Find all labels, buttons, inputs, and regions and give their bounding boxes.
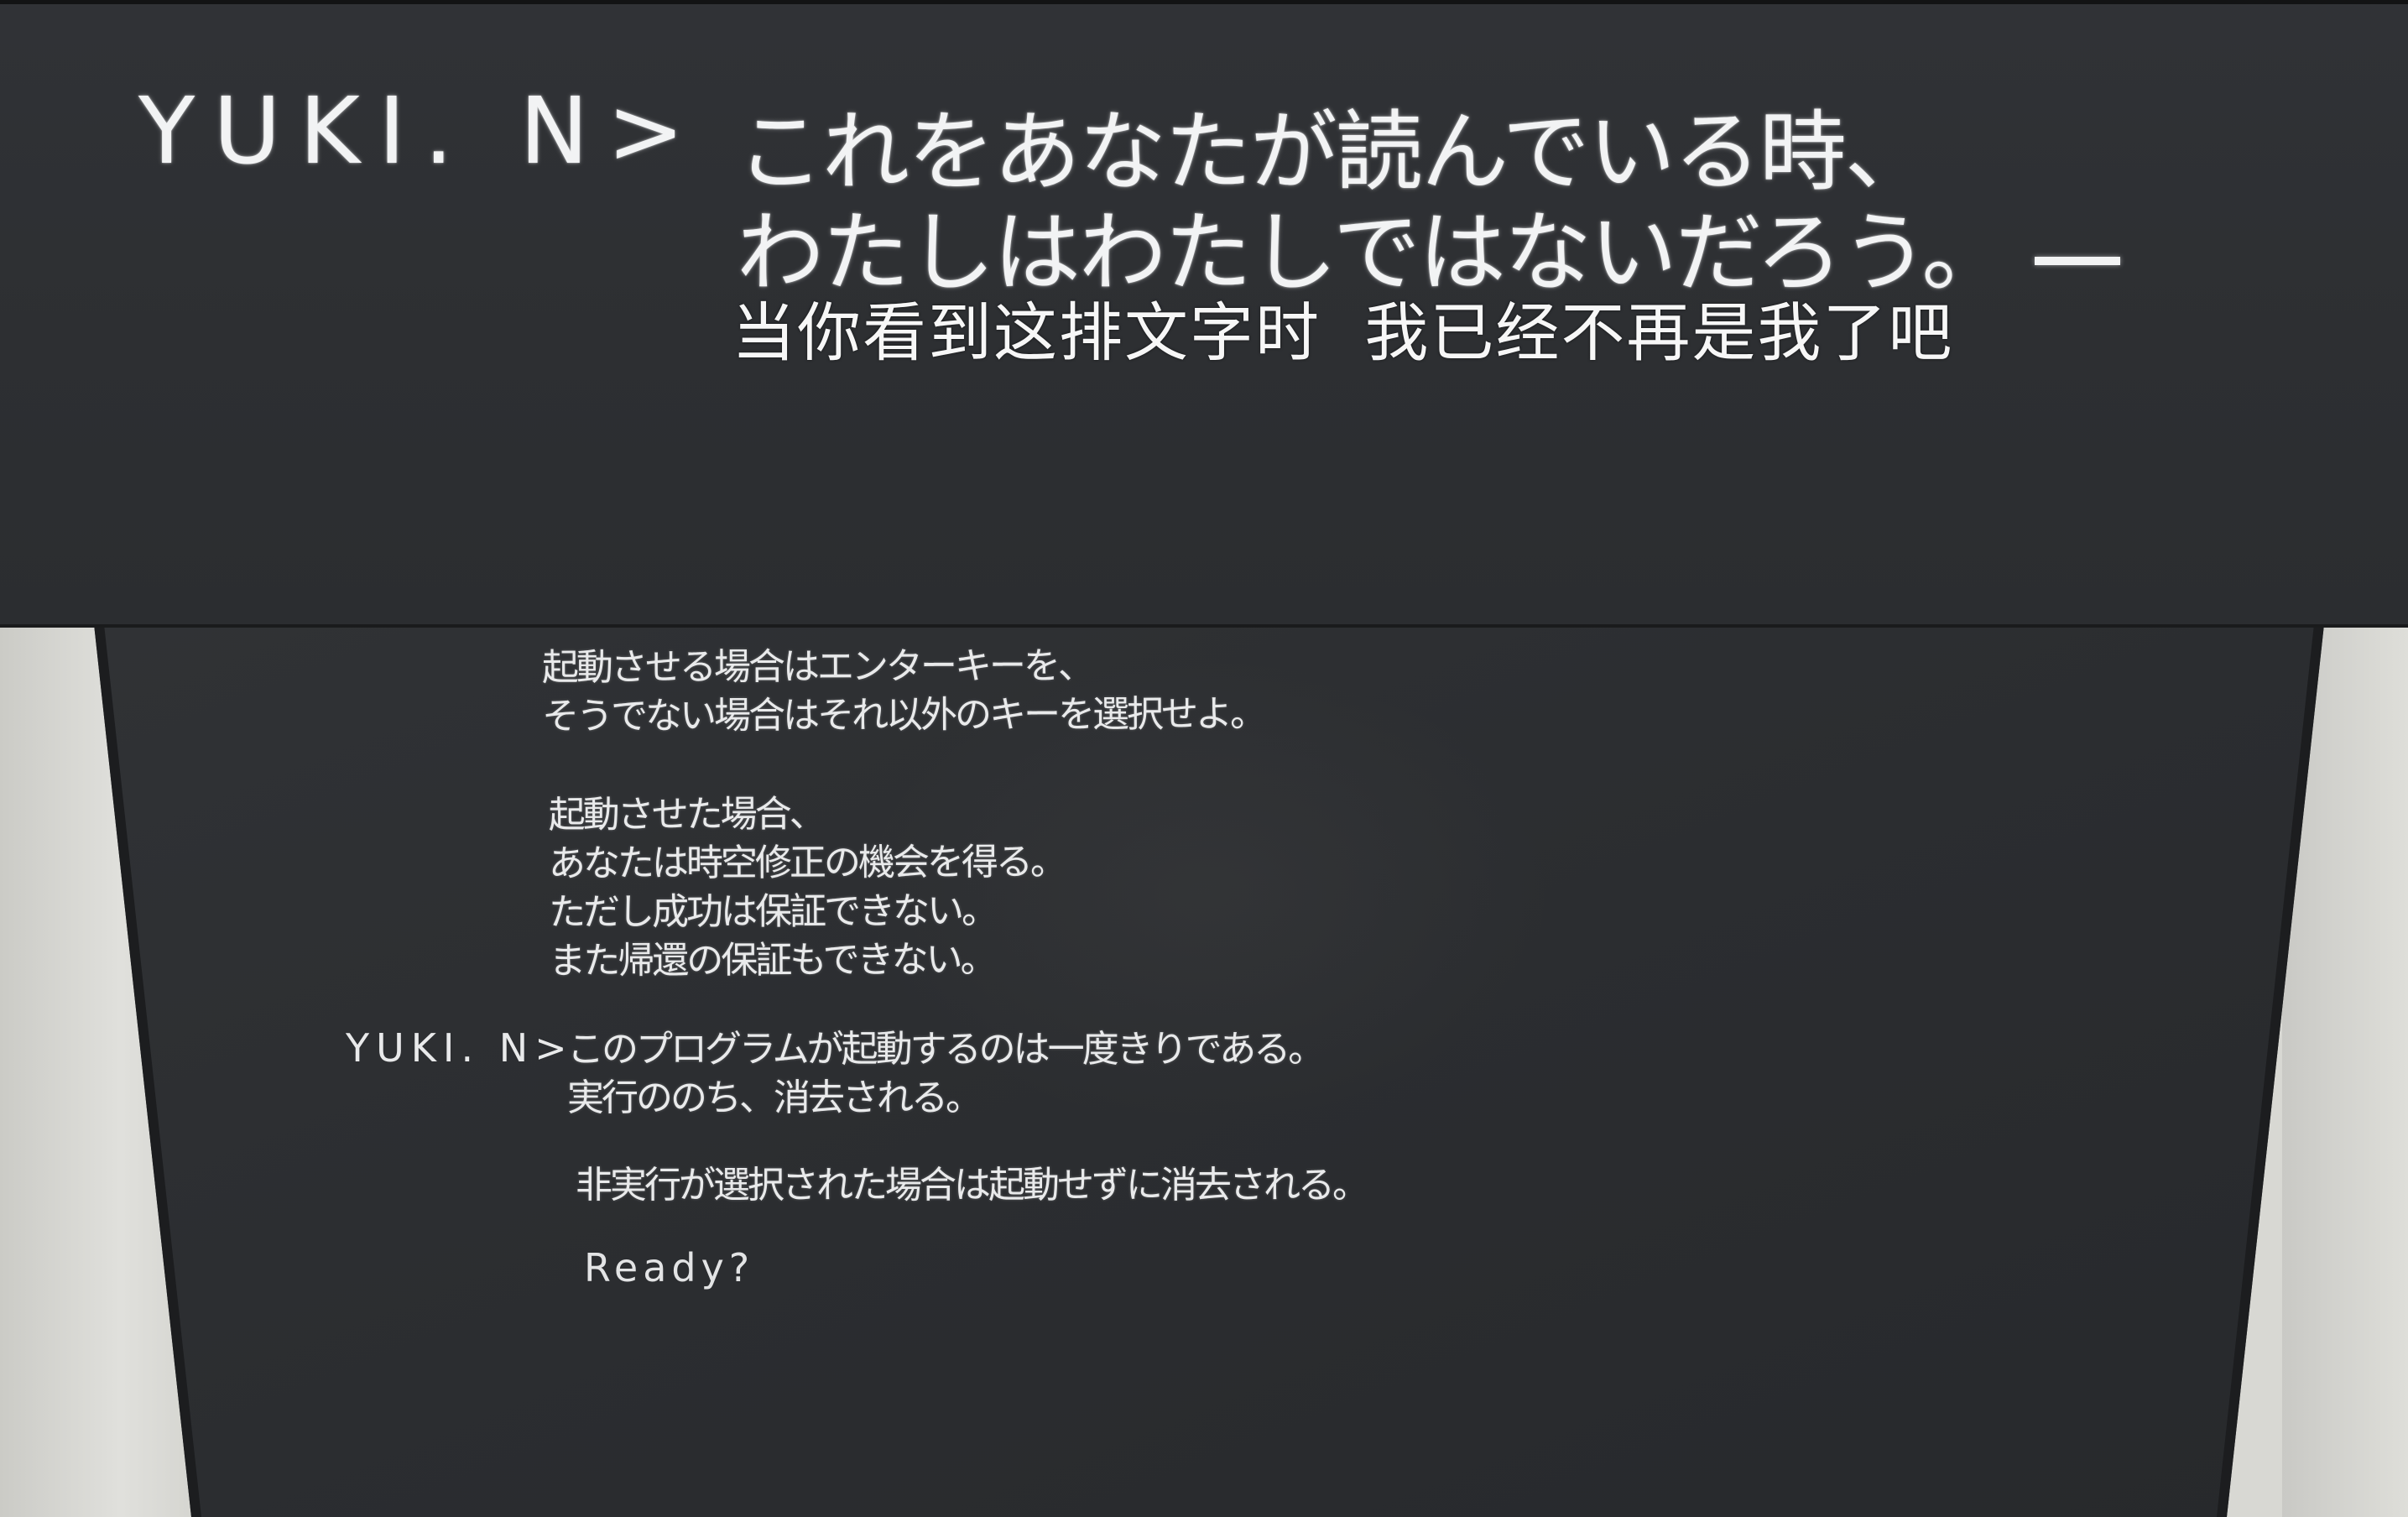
instruction-line: 起動させた場合、 [548, 792, 824, 837]
top-terminal-panel: YUKI. N> これをあなたが読んでいる時、 わたしはわたしではないだろう。 … [0, 0, 2408, 624]
instruction-paragraph-2: 起動させた場合、 あなたは時空修正の機会を得る。 ただし成功は保証できない。 また帰還… [549, 790, 1066, 986]
terminal-prompt-large: YUKI. N> [138, 77, 703, 185]
monitor-view-panel: 起動させる場合はエンターキーを、 そうでない場合はそれ以外のキーを選択せよ。 起動… [0, 624, 2408, 1517]
instruction-paragraph-4: 非実行が選択された場合は起動せずに消去される。 [576, 1164, 1369, 1207]
blinking-cursor [2035, 257, 2120, 265]
instruction-line: 実行ののち、消去される。 [567, 1076, 982, 1119]
instruction-line: このプログラムが起動するのは一度きりである。 [567, 1028, 1325, 1071]
instruction-line: そうでない場合はそれ以外のキーを選択せよ。 [542, 692, 1265, 738]
instruction-paragraph-1: 起動させる場合はエンターキーを、 そうでない場合はそれ以外のキーを選択せよ。 [542, 641, 1264, 741]
screenshot-frame: YUKI. N> これをあなたが読んでいる時、 わたしはわたしではないだろう。 … [0, 0, 2408, 1517]
instruction-line: 起動させる場合はエンターキーを、 [541, 644, 1092, 690]
instruction-line: あなたは時空修正の機会を得る。 [548, 840, 1065, 886]
chinese-subtitle: 当你看到这排文字时 我已经不再是我了吧 [732, 295, 1954, 370]
instruction-line: ただし成功は保証できない。 [549, 889, 997, 935]
terminal-prompt-small: YUKI. N> [346, 1025, 574, 1071]
instruction-paragraph-3: このプログラムが起動するのは一度きりである。 実行ののち、消去される。 [567, 1025, 1325, 1123]
instruction-line: また帰還の保証もできない。 [549, 938, 995, 983]
ready-prompt[interactable]: Ready? [584, 1245, 754, 1290]
